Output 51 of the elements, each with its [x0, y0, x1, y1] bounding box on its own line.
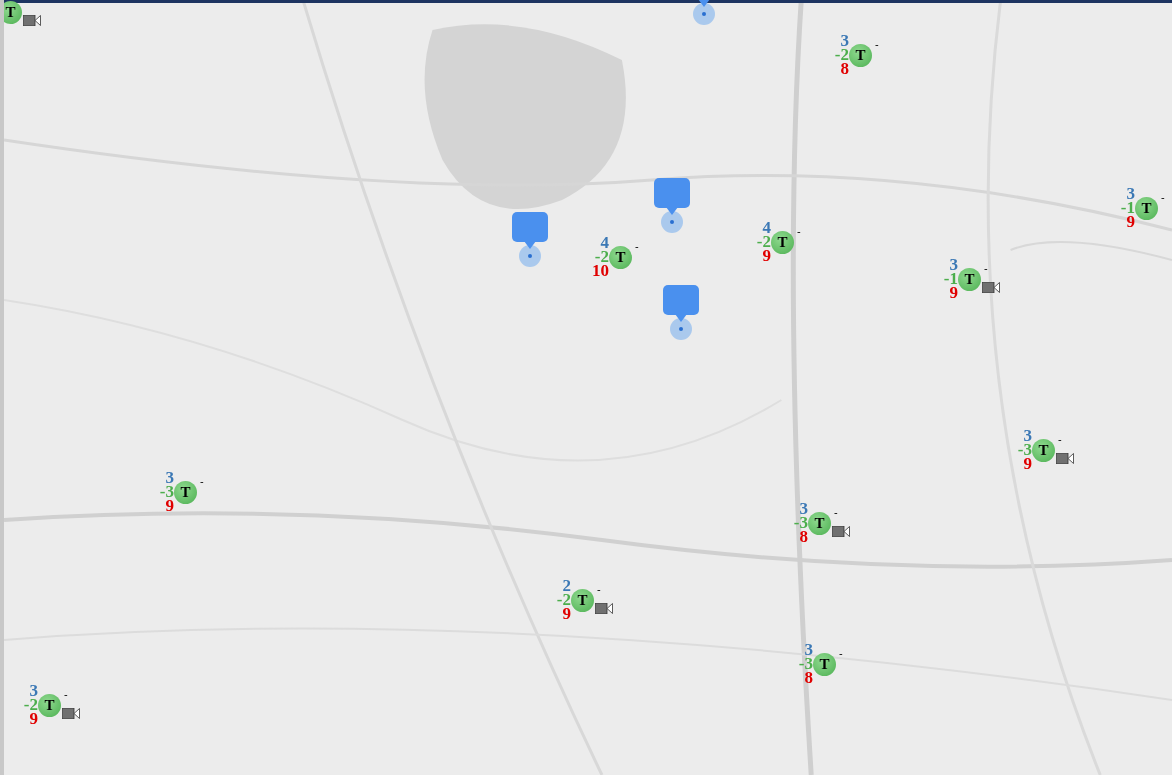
camera-icon[interactable]: [62, 707, 80, 719]
station-mark: -: [200, 474, 204, 487]
station-value: 9: [562, 607, 571, 621]
station-value: -2: [756, 235, 771, 249]
station-mark: -: [1161, 190, 1165, 203]
station-value: 3: [804, 643, 813, 657]
camera-icon[interactable]: [23, 14, 41, 26]
station-mark: -: [984, 261, 988, 274]
station-value: -3: [793, 516, 808, 530]
station-value: 3: [840, 34, 849, 48]
camera-icon[interactable]: [982, 281, 1000, 293]
station-value: 8: [840, 62, 849, 76]
station-value: 4: [762, 221, 771, 235]
camera-icon[interactable]: [1056, 452, 1074, 464]
location-pin-icon[interactable]: [693, 0, 715, 25]
station-value: 3: [165, 471, 174, 485]
camera-icon[interactable]: [595, 602, 613, 614]
station-value: 3: [949, 258, 958, 272]
station-value: 3: [1126, 187, 1135, 201]
station-value: 9: [762, 249, 771, 263]
station-mark: -: [797, 224, 801, 237]
station-value: 2: [562, 579, 571, 593]
station-value: 10: [592, 264, 609, 278]
station-mark: -: [875, 37, 879, 50]
station-value: -3: [798, 657, 813, 671]
station-value: -3: [159, 485, 174, 499]
station-value: 9: [165, 499, 174, 513]
station-value: 9: [1126, 215, 1135, 229]
station-value: -2: [594, 250, 609, 264]
station-value: 9: [949, 286, 958, 300]
station-mark: -: [1058, 432, 1062, 445]
station-value: -2: [834, 48, 849, 62]
station-mark: -: [839, 646, 843, 659]
station-mark: -: [64, 687, 68, 700]
station-value: -3: [1017, 443, 1032, 457]
station-value: -2: [556, 593, 571, 607]
station-value: 3: [799, 502, 808, 516]
station-value: 8: [799, 530, 808, 544]
station-mark: -: [834, 505, 838, 518]
station-value: -1: [1120, 201, 1135, 215]
station-value: 8: [804, 671, 813, 685]
station-value: -1: [943, 272, 958, 286]
station-mark: -: [635, 239, 639, 252]
camera-icon[interactable]: [832, 525, 850, 537]
station-value: 9: [1023, 457, 1032, 471]
station-value: 4: [600, 236, 609, 250]
station-value: -2: [23, 698, 38, 712]
station-value: 3: [29, 684, 38, 698]
station-value: 3: [1023, 429, 1032, 443]
station-mark: -: [597, 582, 601, 595]
station-value: 9: [29, 712, 38, 726]
